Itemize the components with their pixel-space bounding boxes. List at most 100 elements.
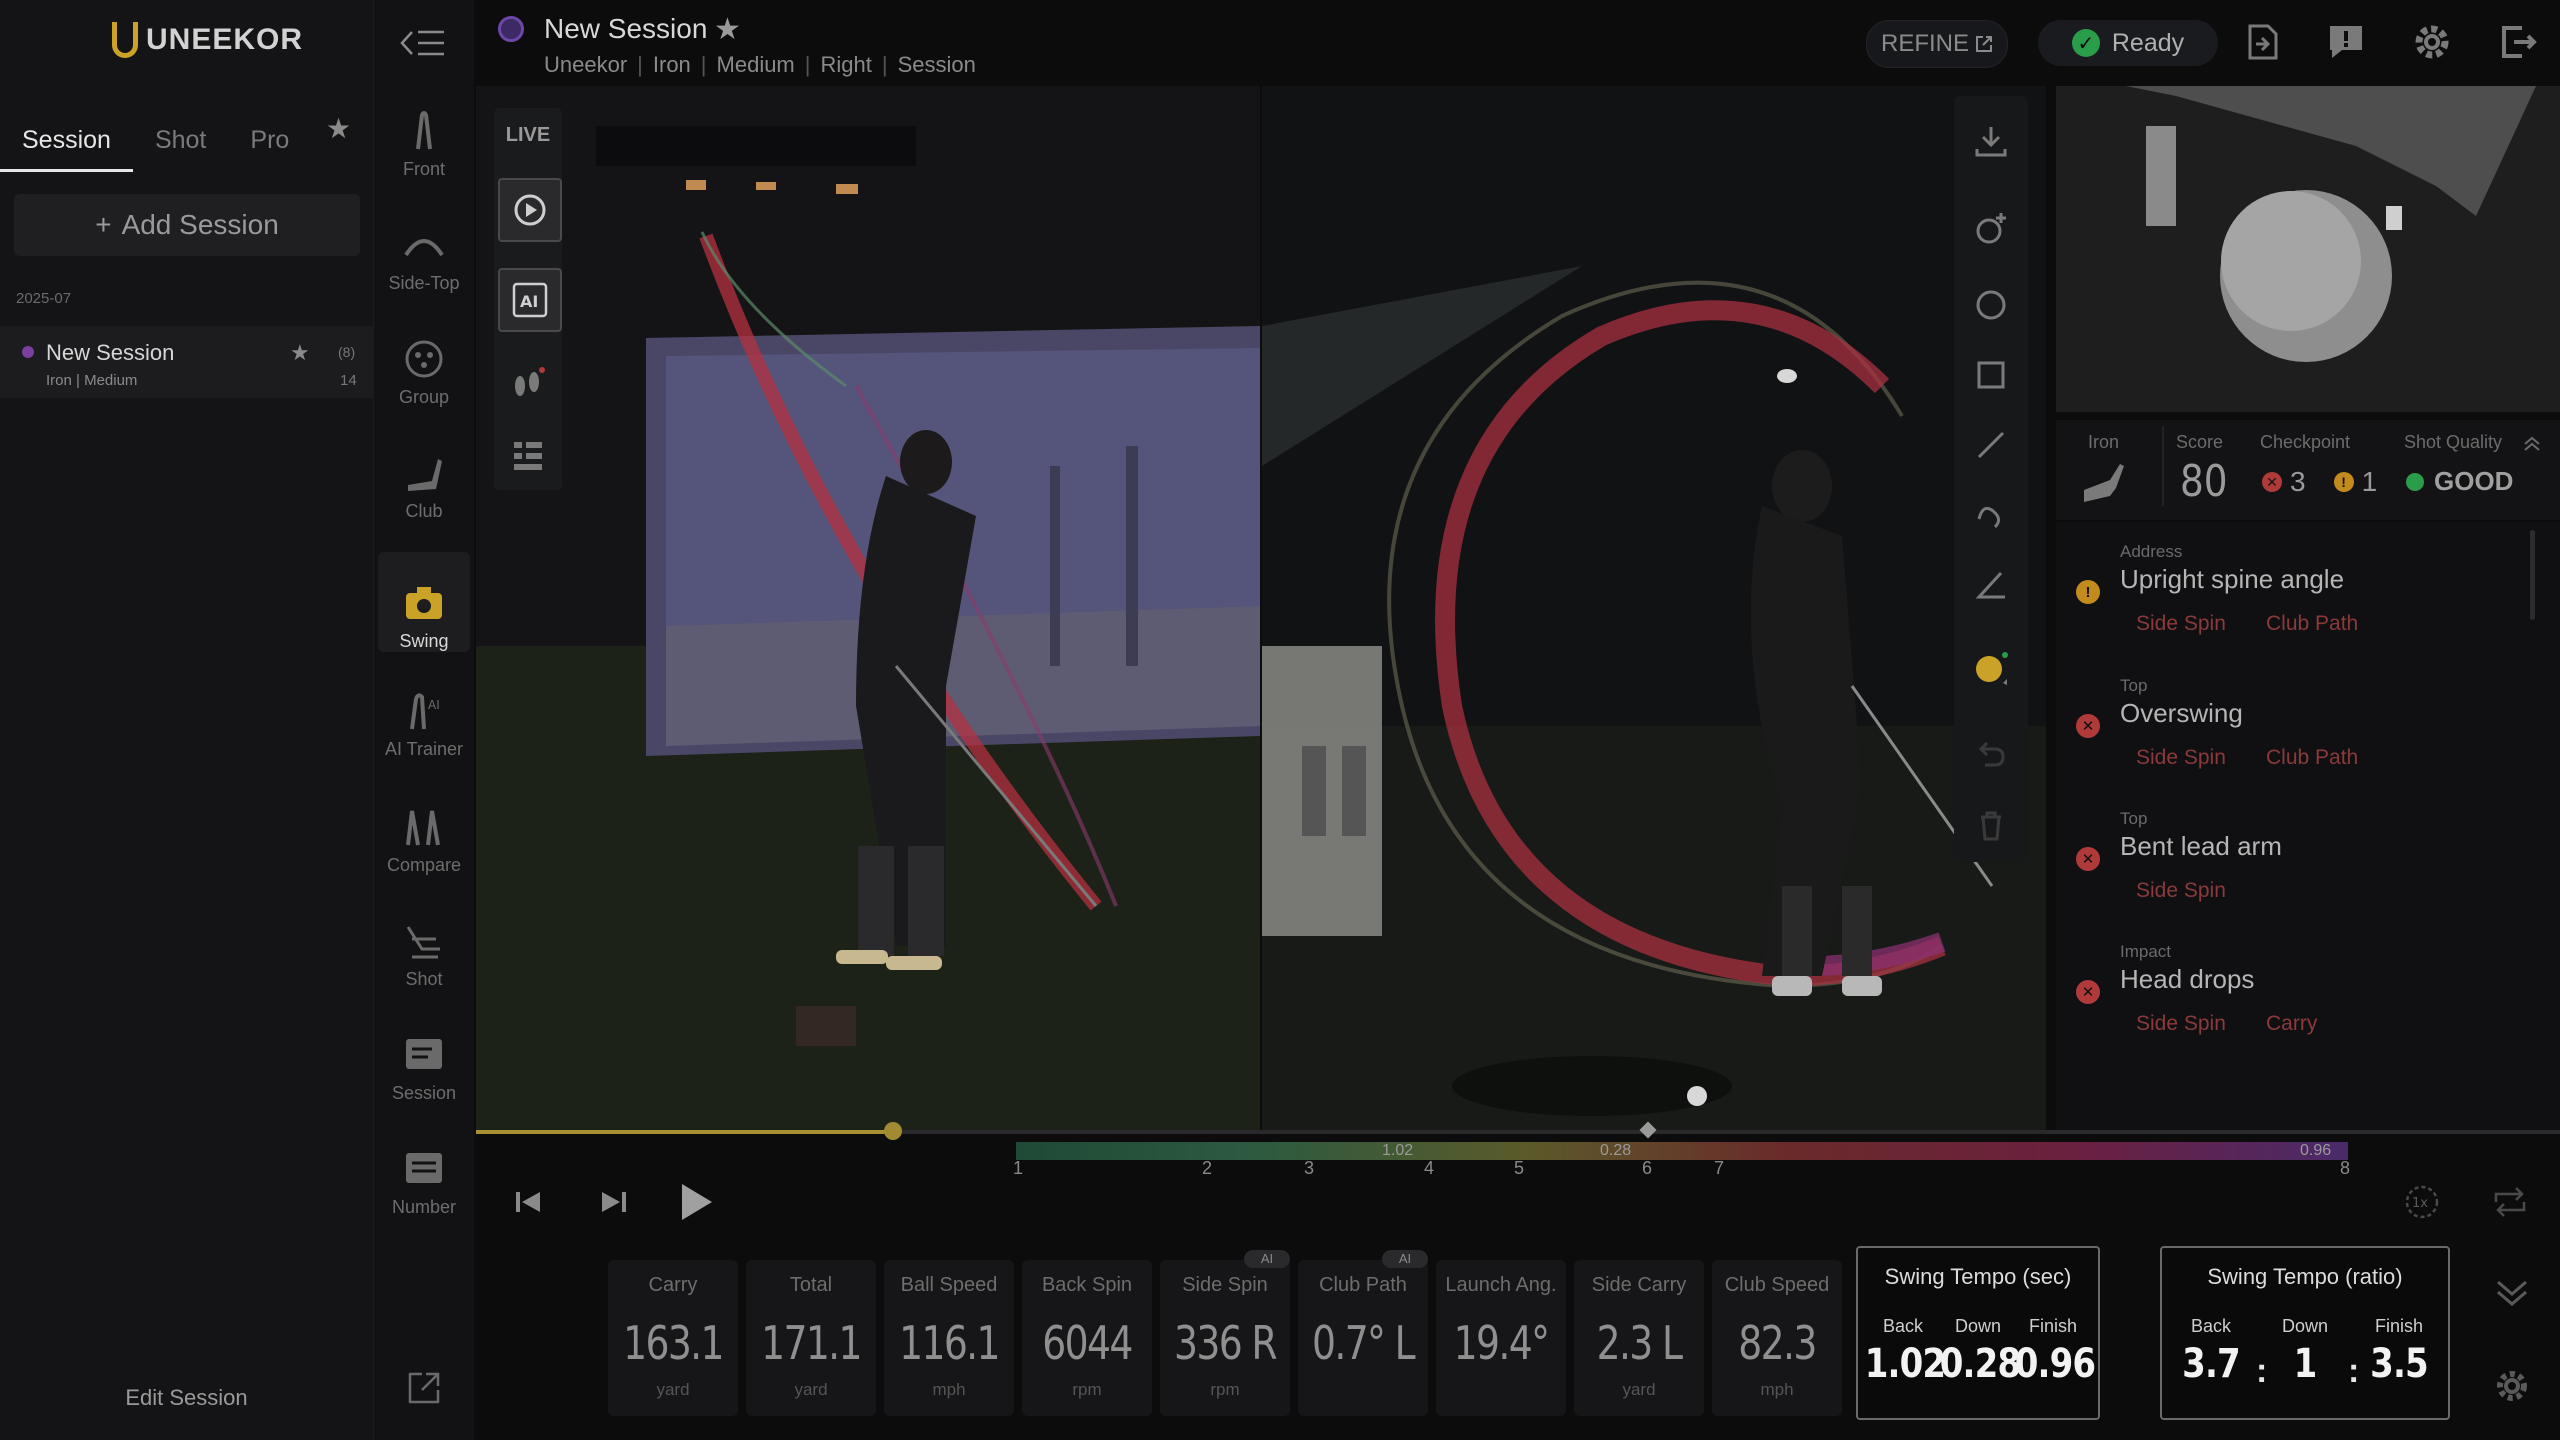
line-tool-button[interactable] — [1966, 420, 2016, 470]
undo-button[interactable] — [1966, 730, 2016, 780]
tab-pro[interactable]: Pro — [228, 108, 311, 172]
feedback-icon[interactable] — [2326, 22, 2366, 62]
curve-tool-button[interactable] — [1966, 490, 2016, 540]
color-swatch-icon — [1976, 652, 2008, 685]
angle-tool-button[interactable] — [1966, 560, 2016, 610]
svg-text:AI: AI — [428, 698, 440, 712]
footprint-button[interactable] — [498, 354, 558, 414]
checkpoint-item[interactable]: Impact Head drops ✕ Side Spin Carry — [2076, 942, 2536, 1052]
session-list-item[interactable]: New Session Iron | Medium ★ (8) 14 — [0, 326, 373, 398]
play-button[interactable] — [674, 1180, 718, 1224]
phase-marker-label[interactable]: 2 — [1202, 1158, 1212, 1179]
collapse-panel-icon[interactable] — [400, 26, 446, 60]
stat-name: Club Speed — [1724, 1274, 1830, 1296]
replay-button[interactable] — [498, 178, 562, 242]
front-video-view[interactable] — [476, 86, 1260, 1130]
step-forward-button[interactable] — [592, 1180, 636, 1224]
step-back-button[interactable] — [506, 1180, 550, 1224]
refine-button[interactable]: REFINE — [1866, 20, 2008, 68]
status-label: Ready — [2111, 28, 2185, 57]
collapse-up-icon[interactable] — [2522, 434, 2542, 454]
phase-marker-label[interactable]: 7 — [1714, 1158, 1724, 1179]
breadcrumb-separator: | — [700, 52, 707, 77]
tempo-value: 0.96 — [2014, 1341, 2096, 1387]
group-icon — [405, 340, 443, 378]
rail-shot-label: Shot — [405, 969, 443, 989]
phase-marker-label[interactable]: 3 — [1304, 1158, 1314, 1179]
add-session-button[interactable]: + Add Session — [14, 194, 360, 256]
rail-number[interactable]: Number — [378, 1118, 470, 1218]
stats-settings-gear-icon[interactable] — [2492, 1366, 2532, 1406]
checkpoint-item[interactable]: Top Overswing ✕ Side Spin Club Path — [2076, 676, 2536, 786]
rail-swing[interactable]: Swing — [378, 552, 470, 652]
phase-value-back: 1.02 — [1382, 1142, 1414, 1159]
rail-side-top[interactable]: Side-Top — [378, 194, 470, 294]
line-tool-icon — [1977, 431, 2005, 459]
expand-down-icon[interactable] — [2492, 1272, 2532, 1312]
circle-tool-button[interactable] — [1966, 280, 2016, 330]
stat-name: Club Path — [1319, 1274, 1407, 1296]
popout-icon[interactable] — [406, 1370, 442, 1406]
checkpoint-title: Upright spine angle — [2120, 564, 2345, 594]
tempo-value: 1 — [2293, 1341, 2318, 1387]
rail-compare[interactable]: Compare — [378, 776, 470, 876]
logout-icon[interactable] — [2498, 22, 2538, 62]
checkpoint-phase: Impact — [2120, 942, 2172, 961]
rail-shot[interactable]: Shot — [378, 890, 470, 990]
tempo-label: Finish — [2028, 1316, 2077, 1336]
swing-phase-bar[interactable] — [1016, 1142, 2348, 1160]
swing-tempo-sec-card: Swing Tempo (sec) Back 1.02 Down 0.28 Fi… — [1856, 1246, 2100, 1420]
checkpoint-tag: Club Path — [2266, 612, 2359, 635]
rail-session[interactable]: Session — [378, 1004, 470, 1104]
list-view-button[interactable] — [498, 426, 558, 486]
stat-club-speed: Club Speed 82.3 mph — [1712, 1260, 1842, 1416]
video-progress-handle[interactable] — [884, 1122, 902, 1140]
settings-gear-icon[interactable] — [2412, 22, 2452, 62]
impact-camera-view — [2056, 86, 2560, 412]
tab-session[interactable]: Session — [0, 108, 133, 172]
phase-marker-label[interactable]: 8 — [2340, 1158, 2350, 1179]
rail-club[interactable]: Club — [378, 422, 470, 522]
ai-trainer-icon: AI — [410, 693, 440, 730]
stat-ball-speed: Ball Speed 116.1 mph — [884, 1260, 1014, 1416]
rectangle-tool-button[interactable] — [1966, 350, 2016, 400]
delete-button[interactable] — [1966, 800, 2016, 850]
export-file-icon[interactable] — [2242, 22, 2282, 62]
rail-ai-trainer[interactable]: AI AI Trainer — [378, 660, 470, 760]
title-star-icon[interactable]: ★ — [714, 12, 741, 47]
phase-marker-label[interactable]: 6 — [1642, 1158, 1652, 1179]
phase-marker-label[interactable]: 1 — [1013, 1158, 1023, 1179]
tempo-sec-title: Swing Tempo (sec) — [1884, 1264, 2072, 1289]
stat-unit: yard — [656, 1380, 690, 1399]
session-star-icon[interactable]: ★ — [290, 340, 310, 366]
checkpoint-title: Bent lead arm — [2120, 831, 2282, 861]
stat-carry: Carry 163.1 yard — [608, 1260, 738, 1416]
checkpoint-item[interactable]: Address Upright spine angle ! Side Spin … — [2076, 542, 2536, 652]
stat-value: 0.7° L — [1311, 1316, 1416, 1370]
favorites-star-icon[interactable]: ★ — [326, 112, 351, 145]
tempo-ratio-title: Swing Tempo (ratio) — [2207, 1264, 2403, 1289]
rail-front[interactable]: Front — [378, 80, 470, 180]
phase-marker-label[interactable]: 4 — [1424, 1158, 1434, 1179]
rail-group[interactable]: Group — [378, 308, 470, 408]
stat-club-path: Club Path 0.7° L — [1298, 1260, 1428, 1416]
session-count-bottom: 14 — [340, 372, 357, 389]
checkpoint-item[interactable]: Top Bent lead arm ✕ Side Spin — [2076, 809, 2536, 919]
side-video-view[interactable] — [1262, 86, 2046, 1130]
phase-marker-label[interactable]: 5 — [1514, 1158, 1524, 1179]
ai-toggle-button[interactable]: AI — [498, 268, 562, 332]
add-marker-button[interactable] — [1966, 204, 2016, 254]
tab-shot[interactable]: Shot — [133, 108, 228, 172]
download-button[interactable] — [1966, 116, 2016, 166]
trash-icon — [1981, 811, 2001, 841]
rail-side-top-label: Side-Top — [388, 273, 460, 293]
edit-session-button[interactable]: Edit Session — [0, 1385, 373, 1411]
stat-value: 19.4° — [1453, 1316, 1550, 1370]
playback-speed-icon[interactable]: 1x — [2402, 1182, 2442, 1222]
rail-group-label: Group — [398, 387, 450, 407]
color-picker-button[interactable] — [1966, 644, 2016, 694]
add-session-label: Add Session — [121, 209, 279, 240]
error-icon: ✕ — [2076, 847, 2100, 871]
stat-value: 336 R — [1173, 1316, 1278, 1370]
loop-icon[interactable] — [2490, 1182, 2530, 1222]
